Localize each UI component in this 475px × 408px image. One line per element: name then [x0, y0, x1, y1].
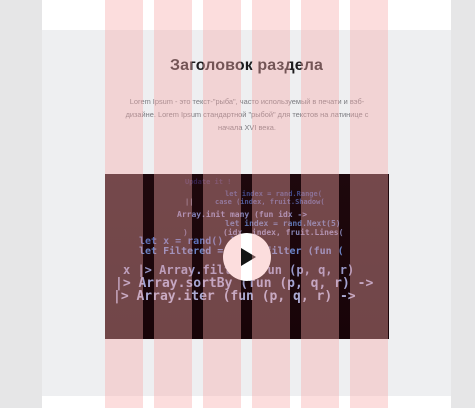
- section-description: Lorem Ipsum - это текст-"рыба", часто ис…: [125, 97, 369, 132]
- play-icon: [241, 248, 256, 266]
- play-button[interactable]: [223, 233, 271, 281]
- section-title: Заголовок раздела: [170, 57, 323, 74]
